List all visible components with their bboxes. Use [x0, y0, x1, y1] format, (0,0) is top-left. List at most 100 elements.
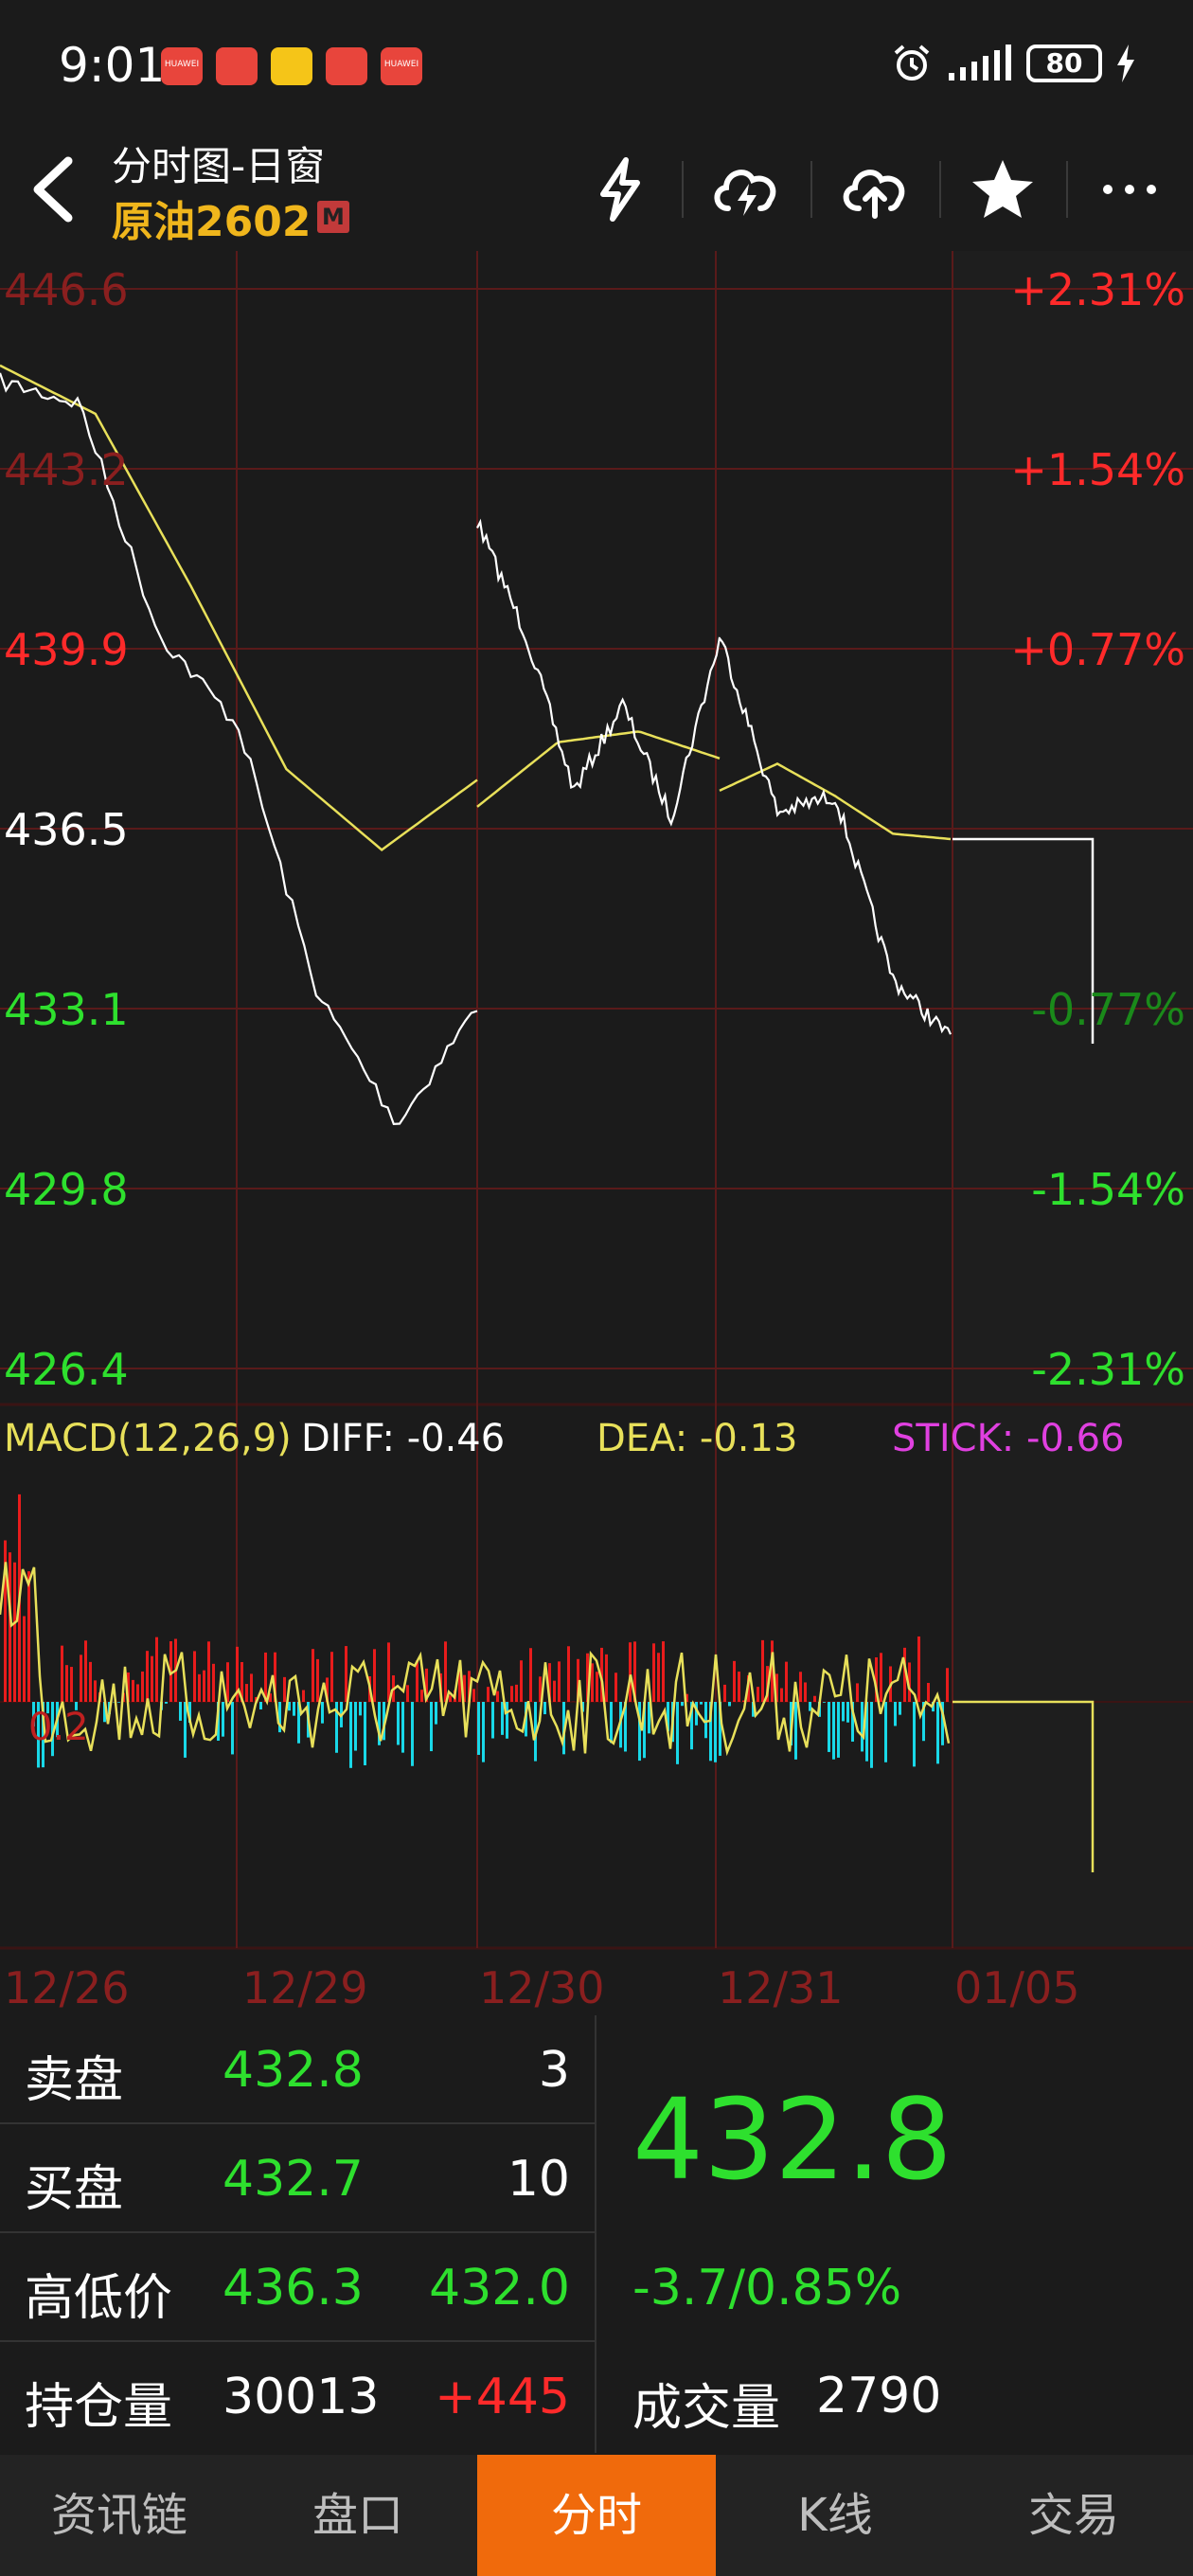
macd-stick-value: STICK: -0.66	[892, 1417, 1124, 1460]
promo-app-icon	[271, 47, 312, 85]
app-icon	[326, 47, 367, 85]
macd-stick-bar	[117, 1702, 120, 1703]
macd-stick-bar	[226, 1662, 229, 1702]
macd-stick-bar	[27, 1571, 30, 1702]
bottom-tab-bar: 资讯链 盘口 分时 K线 交易	[0, 2455, 1193, 2576]
macd-stick-bar	[141, 1671, 144, 1702]
macd-stick-bar	[198, 1673, 201, 1702]
macd-stick-bar	[510, 1686, 513, 1702]
bid-volume: 10	[507, 2151, 570, 2208]
macd-stick-bar	[364, 1702, 366, 1765]
more-button[interactable]	[1077, 147, 1182, 232]
macd-stick-bar	[870, 1702, 873, 1768]
cloud-upload-button[interactable]	[824, 147, 928, 232]
tab-news-chain[interactable]: 资讯链	[0, 2455, 239, 2576]
star-icon	[972, 160, 1033, 218]
intraday-chart[interactable]: 446.6 +2.31% 443.2 +1.54% 439.9 +0.77% 436.5 43…	[0, 251, 1193, 2012]
macd-stick-bar	[245, 1684, 248, 1702]
price-change: -3.7/0.85%	[632, 2260, 902, 2317]
ask-price: 432.8	[223, 2042, 364, 2099]
tab-intraday[interactable]: 分时	[477, 2455, 716, 2576]
percent-tick-label: +1.54%	[1010, 444, 1185, 495]
notif-label: HUAWEI	[164, 60, 200, 69]
macd-stick-bar	[861, 1702, 864, 1752]
market-badge: M	[317, 201, 349, 233]
flash-icon	[600, 157, 640, 222]
cloud-flash-icon	[714, 170, 776, 216]
macd-stick-bar	[652, 1643, 655, 1702]
high-price: 436.3	[223, 2260, 364, 2317]
macd-stick-bar	[520, 1660, 523, 1702]
average-price-line	[0, 364, 952, 851]
more-icon	[1103, 185, 1156, 194]
tab-trade[interactable]: 交易	[954, 2455, 1193, 2576]
macd-stick-bar	[155, 1637, 158, 1702]
chart-canvas: 446.6 +2.31% 443.2 +1.54% 439.9 +0.77% 436.5 43…	[0, 251, 1193, 2012]
macd-stick-bar	[946, 1668, 949, 1702]
macd-stick-bar	[927, 1683, 930, 1702]
bid-label: 买盘	[25, 2161, 124, 2218]
alarm-icon	[894, 45, 930, 80]
macd-stick-bar	[899, 1702, 901, 1715]
back-arrow-icon	[33, 156, 73, 223]
macd-stick-bar	[804, 1682, 807, 1702]
back-button[interactable]	[19, 152, 95, 227]
percent-tick-label: -1.54%	[1031, 1164, 1185, 1215]
macd-stick-bar	[330, 1652, 333, 1702]
header: 分时图-日窗 原油2602 M	[0, 133, 1193, 251]
macd-stick-bar	[165, 1702, 168, 1704]
macd-stick-bar	[430, 1702, 433, 1752]
macd-stick-bar	[184, 1702, 187, 1758]
cloud-upload-icon	[843, 170, 905, 219]
low-price: 432.0	[429, 2260, 570, 2317]
volume-label: 成交量	[632, 2380, 781, 2437]
tab-order-book[interactable]: 盘口	[239, 2455, 477, 2576]
macd-stick-bar	[842, 1702, 845, 1722]
macd-stick-bar	[420, 1690, 423, 1702]
battery-indicator: 80	[1026, 45, 1102, 82]
macd-stick-bar	[259, 1702, 262, 1709]
macd-stick-bar	[212, 1663, 215, 1702]
macd-stick-bar	[302, 1690, 305, 1702]
macd-stick-bar	[794, 1702, 797, 1760]
macd-stick-bar	[813, 1695, 816, 1702]
macd-stick-bar	[837, 1702, 840, 1758]
date-label: 01/05	[954, 1962, 1080, 2012]
high-low-label: 高低价	[25, 2270, 173, 2327]
macd-stick-bar	[846, 1702, 849, 1723]
macd-stick-bar	[482, 1702, 485, 1762]
favorite-button[interactable]	[951, 147, 1055, 232]
price-tick-label: 426.4	[4, 1344, 129, 1395]
macd-stick-bar	[373, 1649, 376, 1702]
open-interest-row: 持仓量 30013 +445	[0, 2342, 595, 2451]
macd-stick-bar	[780, 1688, 783, 1702]
macd-stick-bar	[723, 1684, 726, 1702]
huawei-app-icon: HUAWEI	[161, 47, 203, 85]
flash-button[interactable]	[568, 147, 672, 232]
macd-stick-bar	[681, 1702, 684, 1707]
macd-stick-bar	[345, 1646, 347, 1702]
macd-stick-bar	[884, 1702, 887, 1762]
charging-icon	[1117, 45, 1134, 82]
ask-row[interactable]: 卖盘 432.8 3	[0, 2015, 595, 2124]
macd-stick-bar	[738, 1672, 740, 1702]
macd-stick-bar	[406, 1685, 409, 1702]
macd-stick-bar	[397, 1702, 400, 1745]
page-title: 分时图-日窗	[112, 143, 326, 189]
macd-stick-bar	[435, 1702, 437, 1725]
tab-kline[interactable]: K线	[716, 2455, 954, 2576]
macd-stick-bar	[700, 1702, 703, 1705]
macd-stick-bar	[203, 1670, 205, 1702]
macd-stick-bar	[416, 1660, 418, 1702]
price-tick-label: 439.9	[4, 624, 129, 675]
open-interest-value: 30013	[223, 2369, 380, 2425]
macd-stick-bar	[349, 1702, 352, 1768]
macd-stick-bar	[596, 1672, 598, 1702]
current-session-bg	[953, 251, 1193, 1948]
cloud-flash-button[interactable]	[695, 147, 799, 232]
macd-stick-bar	[80, 1655, 82, 1702]
date-label: 12/29	[242, 1962, 368, 2012]
macd-stick-bar	[761, 1639, 764, 1702]
bid-row[interactable]: 买盘 432.7 10	[0, 2124, 595, 2233]
macd-stick-bar	[146, 1651, 149, 1702]
